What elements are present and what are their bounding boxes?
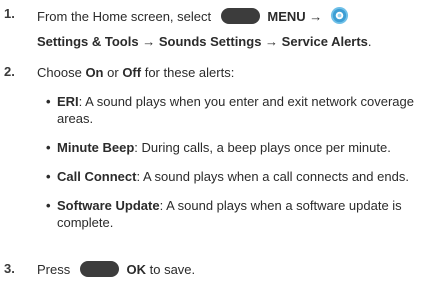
soft-key-icon (220, 8, 260, 24)
settings-gear-icon (330, 6, 349, 29)
step-1-text: From the Home screen, select (37, 9, 212, 24)
path-settings-tools: Settings & Tools (37, 34, 139, 49)
list-item-eri: • ERI: A sound plays when you enter and … (46, 93, 434, 127)
list-item-minute-beep: • Minute Beep: During calls, a beep play… (46, 139, 434, 156)
bullet: • (46, 140, 51, 155)
bullet: • (46, 94, 51, 109)
step-number: 1. (4, 6, 15, 21)
instruction-document: 1. From the Home screen, select MENU → S… (0, 0, 442, 290)
term: Software Update (57, 198, 160, 213)
menu-label: MENU (267, 9, 306, 24)
list-item-software-update: • Software Update: A sound plays when a … (46, 197, 434, 231)
step-3-line: Press OK to save. (37, 261, 196, 277)
description: : A sound plays when a call connects and… (136, 169, 409, 184)
term: Minute Beep (57, 140, 135, 155)
step-1-line-1: From the Home screen, select MENU → (37, 6, 436, 29)
bullet: • (46, 198, 51, 213)
step-number: 2. (4, 64, 15, 79)
off-option: Off (122, 65, 142, 80)
step-number: 3. (4, 261, 15, 276)
step-2-line: Choose On or Off for these alerts: (37, 65, 235, 80)
path-sounds-settings: Sounds Settings (158, 34, 262, 49)
term: ERI (57, 94, 79, 109)
path-service-alerts: Service Alerts (281, 34, 368, 49)
on-option: On (85, 65, 104, 80)
arrow: → (309, 9, 323, 24)
soft-key-icon (79, 261, 119, 277)
description: : A sound plays when you enter and exit … (57, 94, 414, 126)
list-item-call-connect: • Call Connect: A sound plays when a cal… (46, 168, 434, 185)
bullet: • (46, 169, 51, 184)
ok-label: OK (126, 262, 146, 277)
description: : During calls, a beep plays once per mi… (134, 140, 391, 155)
term: Call Connect (57, 169, 137, 184)
step-1-line-2: Settings & Tools → Sounds Settings → Ser… (37, 34, 372, 49)
